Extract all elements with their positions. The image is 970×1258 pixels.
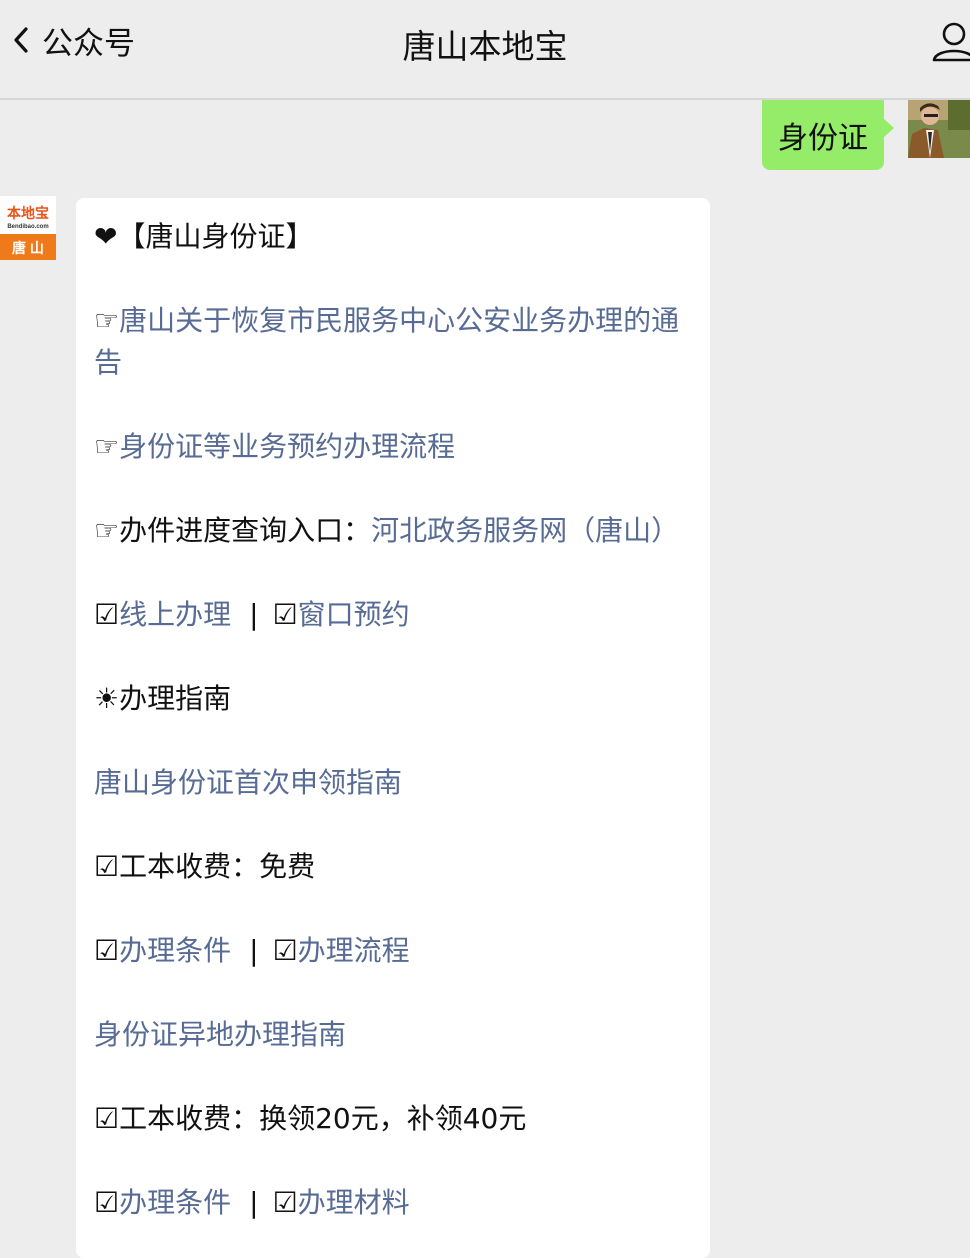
online-link[interactable]: 线上办理 [119, 598, 231, 631]
outgoing-message-bubble[interactable]: 身份证 [762, 100, 894, 170]
checkbox-icon: ☑ [94, 1102, 120, 1135]
svg-text:本地宝: 本地宝 [7, 205, 49, 221]
checkbox-icon: ☑ [94, 934, 120, 967]
fee-text-2: 工本收费：换领20元，补领40元 [119, 1102, 527, 1135]
first-apply-link[interactable]: 唐山身份证首次申领指南 [94, 766, 402, 799]
separator: | [249, 934, 259, 967]
top-bar: 公众号 唐山本地宝 [0, 0, 970, 100]
heading-text: 【唐山身份证】 [117, 220, 314, 253]
fee-text-1: 工本收费：免费 [119, 850, 316, 883]
conditions-link[interactable]: 办理条件 [119, 1186, 231, 1219]
progress-item: ☞办件进度查询入口：河北政务服务网（唐山） [94, 510, 694, 552]
separator: | [249, 1186, 259, 1219]
pointing-hand-icon: ☞ [94, 304, 120, 337]
guide-item: ☀办理指南 [94, 678, 694, 720]
conditions-process-item: ☑办理条件 | ☑办理流程 [94, 930, 694, 972]
first-apply-item: 唐山身份证首次申领指南 [94, 762, 694, 804]
user-photo [908, 100, 970, 158]
checkbox-icon: ☑ [272, 934, 298, 967]
appointment-item: ☞身份证等业务预约办理流程 [94, 426, 694, 468]
incoming-message-bubble: ❤【唐山身份证】 ☞唐山关于恢复市民服务中心公安业务办理的通告 ☞身份证等业务预… [76, 198, 710, 1258]
guide-label: 办理指南 [119, 682, 232, 715]
process-link[interactable]: 办理流程 [298, 934, 410, 967]
checkbox-icon: ☑ [272, 1186, 298, 1219]
message-heading: ❤【唐山身份证】 [94, 216, 694, 258]
account-avatar[interactable]: 本地宝 Bendibao.com 唐 山 [0, 196, 56, 260]
remote-item: 身份证异地办理指南 [94, 1014, 694, 1056]
fee-item-1: ☑工本收费：免费 [94, 846, 694, 888]
pointing-hand-icon: ☞ [94, 430, 120, 463]
remote-link[interactable]: 身份证异地办理指南 [94, 1018, 346, 1051]
chat-title: 唐山本地宝 [402, 27, 568, 66]
notice-link[interactable]: 唐山关于恢复市民服务中心公安业务办理的通告 [94, 304, 679, 379]
checkbox-icon: ☑ [94, 598, 120, 631]
pointing-hand-icon: ☞ [94, 514, 120, 547]
online-window-item: ☑线上办理 | ☑窗口预约 [94, 594, 694, 636]
conditions-materials-item: ☑办理条件 | ☑办理材料 [94, 1182, 694, 1224]
bendibao-logo: 本地宝 Bendibao.com 唐 山 [0, 196, 56, 260]
outgoing-message-text: 身份证 [778, 121, 868, 156]
checkbox-icon: ☑ [94, 850, 120, 883]
notice-item: ☞唐山关于恢复市民服务中心公安业务办理的通告 [94, 300, 694, 384]
svg-text:Bendibao.com: Bendibao.com [7, 224, 48, 230]
separator: | [249, 598, 259, 631]
person-icon[interactable] [930, 20, 970, 62]
svg-text:唐 山: 唐 山 [12, 240, 44, 256]
user-avatar[interactable] [908, 100, 970, 158]
sun-icon: ☀ [94, 682, 120, 715]
checkbox-icon: ☑ [272, 598, 298, 631]
conditions-link[interactable]: 办理条件 [119, 934, 231, 967]
heart-icon: ❤ [94, 220, 118, 253]
appointment-link[interactable]: 身份证等业务预约办理流程 [119, 430, 455, 463]
fee-item-2: ☑工本收费：换领20元，补领40元 [94, 1098, 694, 1140]
window-link[interactable]: 窗口预约 [298, 598, 410, 631]
progress-link[interactable]: 河北政务服务网（唐山） [371, 514, 679, 547]
progress-label: 办件进度查询入口： [119, 514, 372, 547]
checkbox-icon: ☑ [94, 1186, 120, 1219]
materials-link[interactable]: 办理材料 [298, 1186, 410, 1219]
